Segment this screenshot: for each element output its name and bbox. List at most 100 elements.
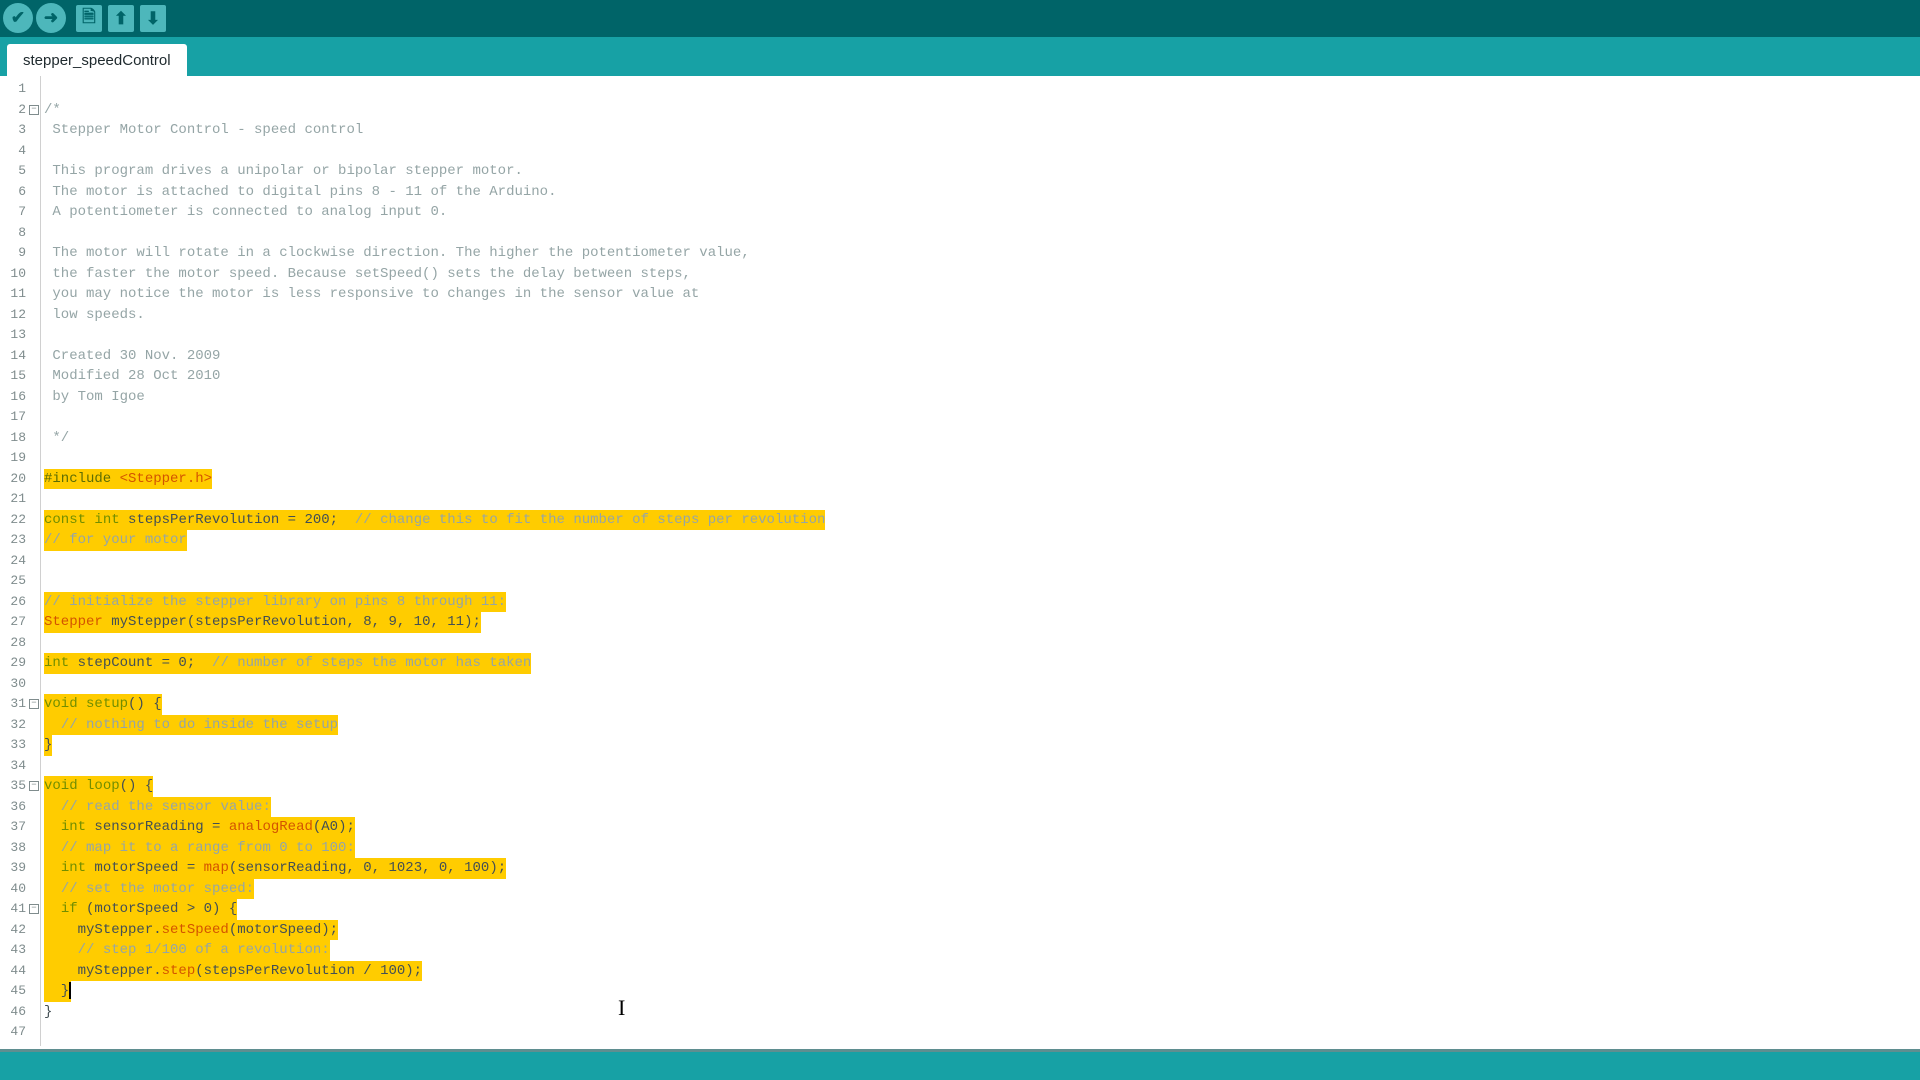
line-number: 43: [10, 942, 26, 957]
selected-code: // initialize the stepper library on pin…: [44, 591, 507, 612]
line-number: 22: [10, 511, 26, 527]
code-text: the faster the motor speed. Because setS…: [44, 264, 691, 285]
token-text: sensorReading =: [86, 819, 229, 835]
token-text: stepsPerRevolution = 200;: [119, 511, 355, 528]
token-text: (motorSpeed);: [228, 921, 339, 938]
tab-stepper-speedcontrol[interactable]: stepper_speedControl: [7, 44, 187, 76]
token-kw: void: [44, 696, 78, 712]
token-comment: // number of steps the motor has taken: [212, 655, 532, 671]
new-button[interactable]: 🗎: [76, 5, 102, 32]
token-comment: low speeds.: [44, 306, 145, 323]
save-button[interactable]: ⬇: [140, 5, 166, 32]
selected-code: myStepper.setSpeed(motorSpeed);: [44, 919, 339, 940]
line-number: 45: [10, 983, 26, 998]
verify-button[interactable]: ✔: [3, 3, 33, 33]
token-comment: you may notice the motor is less respons…: [44, 286, 700, 302]
fold-toggle-icon[interactable]: −: [29, 781, 39, 791]
line-number: 33: [10, 737, 26, 752]
line-number: 12: [10, 306, 26, 322]
token-fn: analogRead: [228, 819, 313, 835]
line-number: 35: [10, 778, 26, 793]
token-text: () {: [128, 696, 162, 712]
line-number: 15: [10, 368, 26, 383]
token-text: (stepsPerRevolution / 100);: [195, 962, 423, 979]
token-kw: void: [44, 778, 78, 794]
line-number: 6: [18, 183, 26, 199]
line-number: 23: [10, 532, 26, 547]
code-text: Created 30 Nov. 2009: [44, 346, 220, 367]
fold-toggle-icon[interactable]: −: [29, 104, 39, 115]
line-number: 26: [10, 593, 26, 609]
line-number: 21: [10, 491, 26, 506]
selected-code: void loop() {: [44, 776, 154, 797]
line-number: 38: [10, 839, 26, 855]
token-comment: // for your motor: [44, 532, 187, 548]
line-number: 7: [18, 204, 26, 219]
line-number: 36: [10, 798, 26, 814]
token-text: () {: [119, 778, 154, 794]
token-text: myStepper.: [44, 962, 162, 979]
checkmark-icon: ✔: [10, 8, 26, 27]
toolbar: ✔ ➜ 🗎 ⬆ ⬇: [0, 0, 1920, 37]
token-comment: // initialize the stepper library on pin…: [44, 593, 507, 610]
token-text: }: [44, 1003, 53, 1020]
selected-code: // map it to a range from 0 to 100:: [44, 837, 355, 858]
token-fn: <Stepper.h>: [119, 470, 213, 487]
selected-code: }: [44, 981, 72, 1002]
token-comment: the faster the motor speed. Because setS…: [44, 265, 691, 282]
tab-bar: stepper_speedControl: [0, 37, 1920, 76]
line-number: 39: [10, 860, 26, 875]
line-number: 34: [10, 757, 26, 773]
line-number: 46: [10, 1003, 26, 1019]
line-number: 28: [10, 634, 26, 650]
token-comment: /*: [44, 101, 61, 118]
text-cursor-icon: I: [618, 995, 626, 1020]
arrow-right-icon: ➜: [43, 8, 59, 27]
open-button[interactable]: ⬆: [108, 5, 134, 32]
token-comment: // step 1/100 of a revolution:: [77, 942, 330, 958]
token-comment: */: [44, 429, 70, 446]
token-comment: // change this to fit the number of step…: [354, 511, 826, 528]
selected-code: int motorSpeed = map(sensorReading, 0, 1…: [44, 858, 507, 879]
line-number: 13: [10, 327, 26, 342]
token-comment: // read the sensor value:: [60, 798, 271, 815]
line-number: 25: [10, 573, 26, 588]
fold-toggle-icon[interactable]: −: [29, 904, 39, 914]
selected-code: if (motorSpeed > 0) {: [44, 899, 238, 920]
line-number: 17: [10, 409, 26, 424]
token-fn: setSpeed: [161, 921, 229, 938]
selected-code: }: [44, 735, 53, 756]
token-kw: int: [60, 860, 87, 876]
code-text: A potentiometer is connected to analog i…: [44, 202, 447, 223]
token-comment: // nothing to do inside the setup: [60, 716, 339, 733]
selected-code: // for your motor: [44, 530, 187, 551]
selected-code: // read the sensor value:: [44, 796, 271, 817]
fold-toggle-icon[interactable]: −: [29, 699, 39, 709]
new-file-icon: 🗎: [82, 7, 96, 26]
code-editor[interactable]: 1 2−/* 3 Stepper Motor Control - speed con…: [0, 76, 1920, 1050]
line-number: 32: [10, 716, 26, 732]
line-number: 30: [10, 675, 26, 691]
text-caret: [69, 981, 72, 999]
code-text: The motor is attached to digital pins 8 …: [44, 182, 556, 203]
line-number: 20: [10, 470, 26, 486]
code-text: /*: [44, 100, 61, 121]
selected-code: myStepper.step(stepsPerRevolution / 100)…: [44, 960, 423, 981]
line-number: 44: [10, 962, 26, 978]
code-text: you may notice the motor is less respons…: [44, 284, 699, 305]
selected-code: #include <Stepper.h>: [44, 468, 213, 489]
code-text: Modified 28 Oct 2010: [44, 366, 220, 387]
gutter-divider: [40, 76, 41, 1046]
token-pre: #include: [44, 470, 120, 487]
token-comment: by Tom Igoe: [44, 388, 145, 405]
code-text: This program drives a unipolar or bipola…: [44, 161, 523, 182]
upload-button[interactable]: ➜: [36, 3, 66, 33]
arrow-up-icon: ⬆: [113, 8, 129, 28]
line-number: 41: [10, 901, 26, 916]
code-text: by Tom Igoe: [44, 387, 145, 408]
